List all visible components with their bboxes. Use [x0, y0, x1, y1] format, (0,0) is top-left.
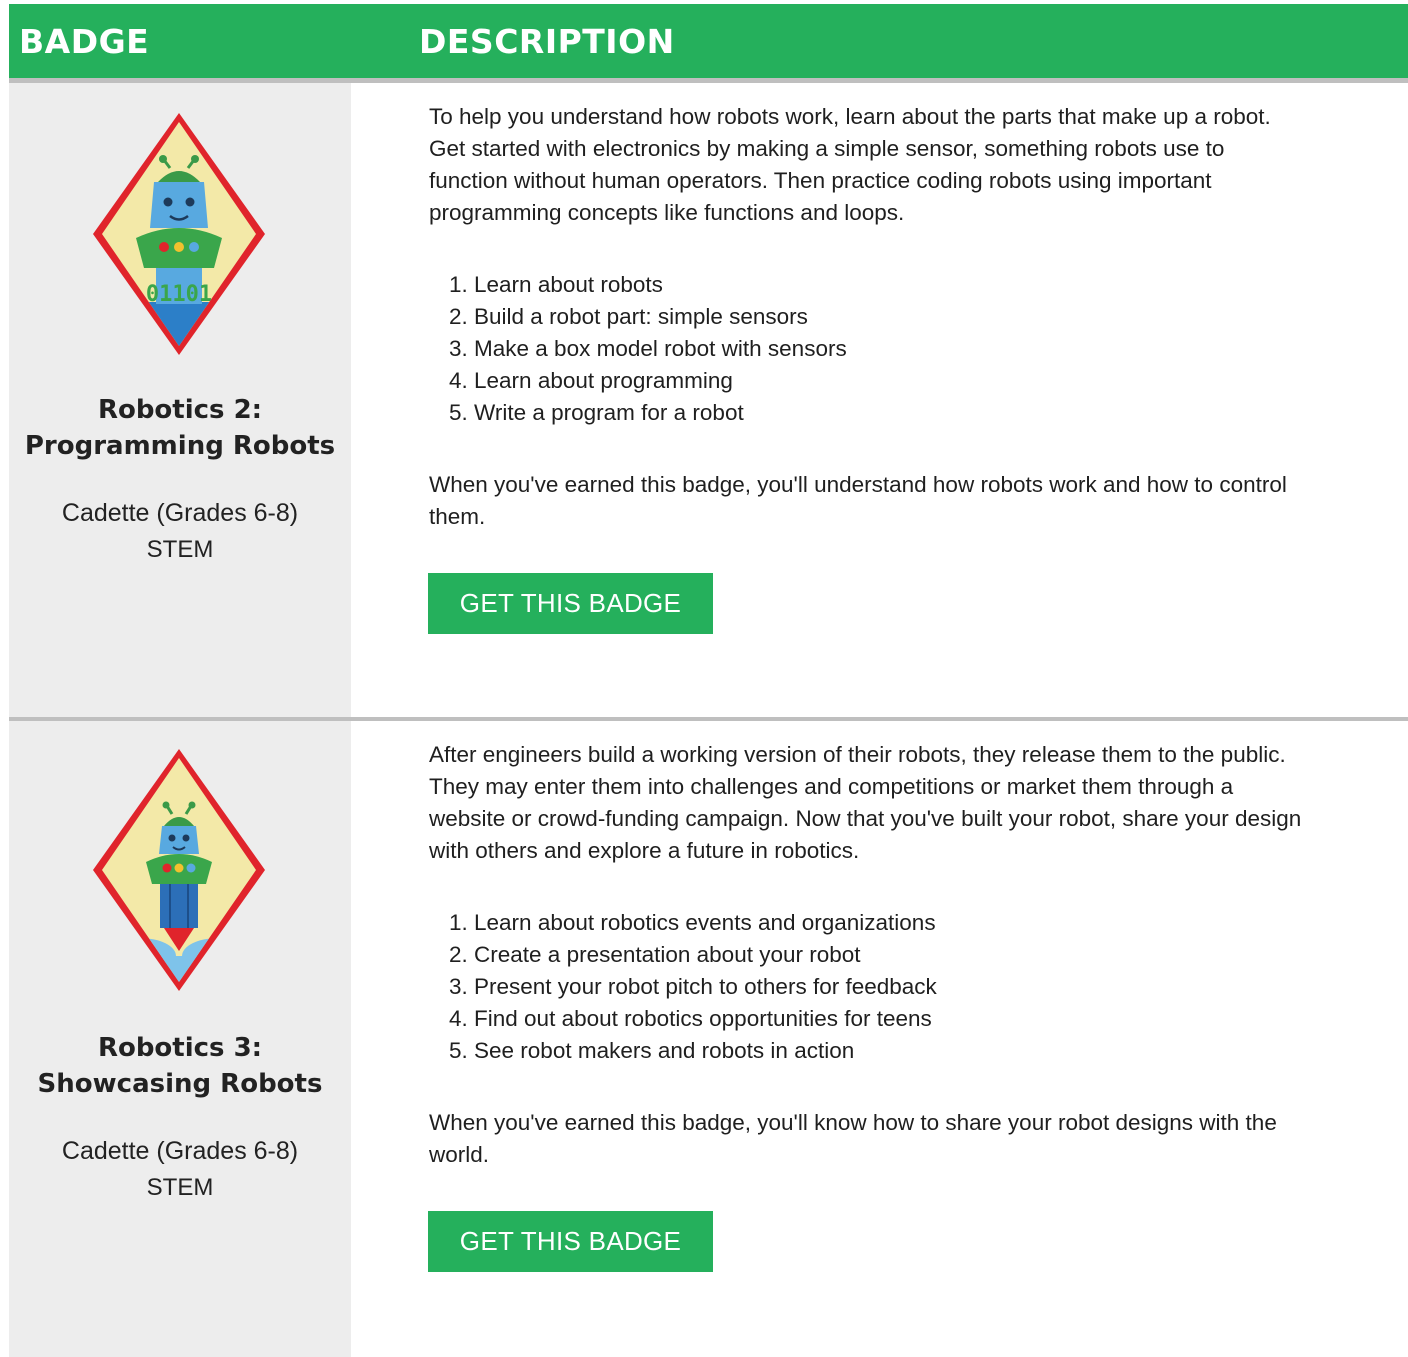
badge-outcome: When you've earned this badge, you'll kn… — [429, 1110, 1277, 1167]
list-item: 2. Create a presentation about your robo… — [449, 942, 861, 967]
badge-category: STEM — [146, 536, 214, 563]
list-item: 2. Build a robot part: simple sensors — [449, 304, 808, 329]
svg-text:01101: 01101 — [146, 282, 212, 307]
table-header: BADGE DESCRIPTION — [9, 4, 1408, 83]
list-item: 3. Make a box model robot with sensors — [449, 336, 847, 361]
badge-cell: Robotics 3: Showcasing Robots Cadette (G… — [9, 721, 351, 1357]
badge-name: Robotics 2: Programming Robots — [9, 392, 351, 464]
badge-table: BADGE DESCRIPTION 01101 Robotics 2: Prog… — [9, 4, 1408, 1357]
list-item: 4. Find out about robotics opportunities… — [449, 1006, 932, 1031]
header-description-label: DESCRIPTION — [419, 22, 675, 61]
list-item: 4. Learn about programming — [449, 368, 733, 393]
list-item: 1. Learn about robotics events and organ… — [449, 910, 936, 935]
badge-description: After engineers build a working version … — [429, 742, 1302, 863]
robot-badge-rocket-icon — [93, 749, 265, 991]
robot-badge-binary-icon: 01101 — [93, 113, 265, 355]
badge-outcome: When you've earned this badge, you'll un… — [429, 472, 1287, 529]
badge-name-line2: Showcasing Robots — [37, 1069, 323, 1099]
badge-name-line1: Robotics 3: — [97, 1033, 263, 1063]
list-item: 5. Write a program for a robot — [449, 400, 744, 425]
table-row: 01101 Robotics 2: Programming Robots Cad… — [9, 83, 1408, 717]
badge-name-line1: Robotics 2: — [97, 395, 263, 425]
list-item: 5. See robot makers and robots in action — [449, 1038, 855, 1063]
badge-category: STEM — [146, 1174, 214, 1201]
table-row: Robotics 3: Showcasing Robots Cadette (G… — [9, 721, 1408, 1357]
badge-level: Cadette (Grades 6-8) — [61, 499, 299, 527]
list-item: 1. Learn about robots — [449, 272, 663, 297]
badge-description: To help you understand how robots work, … — [429, 104, 1271, 225]
get-this-badge-button[interactable]: GET THIS BADGE — [428, 1211, 713, 1272]
list-item: 3. Present your robot pitch to others fo… — [449, 974, 937, 999]
badge-name-line2: Programming Robots — [24, 431, 336, 461]
description-cell: After engineers build a working version … — [351, 721, 1408, 1357]
badge-steps-list: 1. Learn about robotics events and organ… — [429, 907, 937, 1067]
badge-name: Robotics 3: Showcasing Robots — [9, 1030, 351, 1102]
get-this-badge-button[interactable]: GET THIS BADGE — [428, 573, 713, 634]
description-cell: To help you understand how robots work, … — [351, 83, 1408, 717]
header-badge-label: BADGE — [19, 22, 150, 61]
badge-cell: 01101 Robotics 2: Programming Robots Cad… — [9, 83, 351, 717]
badge-steps-list: 1. Learn about robots 2. Build a robot p… — [429, 269, 847, 429]
badge-level: Cadette (Grades 6-8) — [61, 1137, 299, 1165]
